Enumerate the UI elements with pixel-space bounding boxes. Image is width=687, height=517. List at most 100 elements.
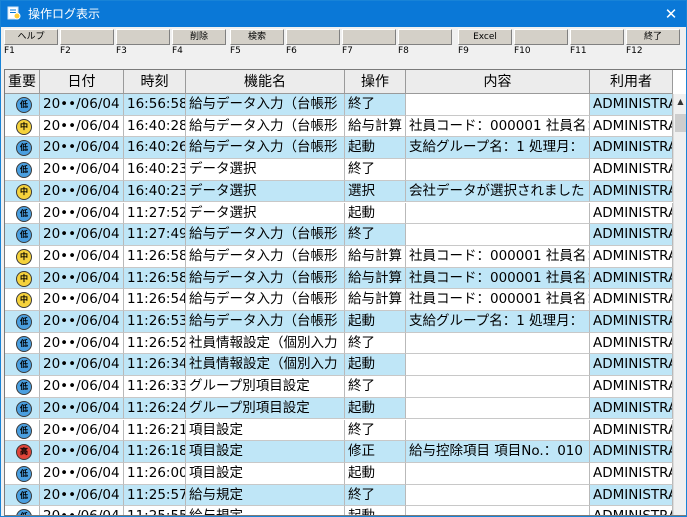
user-cell: ADMINISTRA bbox=[590, 224, 673, 246]
vertical-scrollbar[interactable]: ▲ bbox=[673, 94, 686, 515]
table-row[interactable]: 低 20••/06/04 11:26:33 グループ別項目設定 終了 ADMINISTRA bbox=[5, 376, 673, 398]
operation-cell: 終了 bbox=[345, 484, 406, 507]
close-icon[interactable]: ✕ bbox=[656, 1, 686, 27]
fkey-button-f12[interactable]: 終了 bbox=[626, 29, 680, 45]
severity-badge-icon: 低 bbox=[16, 314, 32, 330]
fkey-label-f9: F9 bbox=[458, 46, 469, 56]
user-cell: ADMINISTRA bbox=[590, 419, 673, 442]
fkey-f2[interactable]: F2 bbox=[60, 29, 114, 59]
table-row[interactable]: 中 20••/06/04 16:40:28 給与データ入力（台帳形 給与計算 社員コード：… bbox=[5, 115, 673, 138]
severity-cell: 中 bbox=[5, 180, 40, 203]
content-cell bbox=[406, 224, 590, 246]
date-cell: 20••/06/04 bbox=[40, 376, 124, 398]
fkey-f1[interactable]: ヘルプ F1 bbox=[4, 29, 58, 59]
table-row[interactable]: 低 20••/06/04 11:27:49 給与データ入力（台帳形 終了 ADMINIST… bbox=[5, 224, 673, 246]
date-cell: 20••/06/04 bbox=[40, 462, 124, 485]
user-cell: ADMINISTRA bbox=[590, 159, 673, 181]
table-row[interactable]: 低 20••/06/04 11:27:52 データ選択 起動 ADMINISTRA bbox=[5, 202, 673, 225]
user-cell: ADMINISTRA bbox=[590, 462, 673, 485]
table-row[interactable]: 低 20••/06/04 11:26:21 項目設定 終了 ADMINISTRA bbox=[5, 419, 673, 442]
table-row[interactable]: 低 20••/06/04 11:26:24 グループ別項目設定 起動 ADMINISTRA bbox=[5, 397, 673, 420]
fkey-f3[interactable]: F3 bbox=[116, 29, 170, 59]
scroll-thumb[interactable] bbox=[675, 114, 686, 132]
severity-cell: 中 bbox=[5, 267, 40, 290]
column-header-severity[interactable]: 重要度 bbox=[5, 70, 40, 114]
table-row[interactable]: 低 20••/06/04 11:26:53 給与データ入力（台帳形 起動 支給グループ名：… bbox=[5, 311, 673, 333]
fkey-f9[interactable]: Excel F9 bbox=[458, 29, 512, 59]
user-cell: ADMINISTRA bbox=[590, 332, 673, 355]
table-row[interactable]: 低 20••/06/04 16:56:58 給与データ入力（台帳形 終了 ADMINIST… bbox=[5, 94, 673, 116]
fkey-f4[interactable]: 削除 F4 bbox=[172, 29, 226, 59]
column-header-content[interactable]: 内容 bbox=[406, 70, 590, 94]
fkey-f8[interactable]: F8 bbox=[398, 29, 452, 59]
fkey-button-f2[interactable] bbox=[60, 29, 114, 45]
fkey-f11[interactable]: F11 bbox=[570, 29, 624, 59]
table-row[interactable]: 低 20••/06/04 11:26:00 項目設定 起動 ADMINISTRA bbox=[5, 462, 673, 485]
date-cell: 20••/06/04 bbox=[40, 180, 124, 203]
function-key-bar: ヘルプ F1 F2 F3 削除 F4 検索 F5 F6 F7 F8 Excel F9 F10 F11 終了 F1… bbox=[1, 27, 686, 63]
table-row[interactable]: 中 20••/06/04 11:26:54 給与データ入力（台帳形 給与計算 社員コード：… bbox=[5, 289, 673, 311]
fkey-f10[interactable]: F10 bbox=[514, 29, 568, 59]
fkey-f12[interactable]: 終了 F12 bbox=[626, 29, 680, 59]
fkey-button-f4[interactable]: 削除 bbox=[172, 29, 226, 45]
fkey-button-f9[interactable]: Excel bbox=[458, 29, 512, 45]
column-header-time[interactable]: 時刻 bbox=[124, 70, 186, 94]
time-cell: 11:25:57 bbox=[124, 484, 186, 507]
time-cell: 11:26:58 bbox=[124, 267, 186, 290]
function-cell: 項目設定 bbox=[186, 462, 345, 485]
fkey-button-f1[interactable]: ヘルプ bbox=[4, 29, 58, 45]
user-cell: ADMINISTRA bbox=[590, 180, 673, 203]
severity-cell: 低 bbox=[5, 202, 40, 225]
fkey-f5[interactable]: 検索 F5 bbox=[230, 29, 284, 59]
time-cell: 11:25:55 bbox=[124, 506, 186, 515]
severity-cell: 中 bbox=[5, 245, 40, 268]
operation-cell: 起動 bbox=[345, 202, 406, 225]
time-cell: 11:26:53 bbox=[124, 311, 186, 333]
operation-cell: 起動 bbox=[345, 311, 406, 333]
table-row[interactable]: 低 20••/06/04 11:25:57 給与規定 終了 ADMINISTRA bbox=[5, 484, 673, 507]
fkey-button-f8[interactable] bbox=[398, 29, 452, 45]
fkey-button-f6[interactable] bbox=[286, 29, 340, 45]
fkey-button-f3[interactable] bbox=[116, 29, 170, 45]
table-row[interactable]: 中 20••/06/04 11:26:58 給与データ入力（台帳形 給与計算 社員コード：… bbox=[5, 245, 673, 268]
content-cell bbox=[406, 94, 590, 116]
table-row[interactable]: 低 20••/06/04 11:26:34 社員情報設定（個別入力 起動 ADMINIST… bbox=[5, 354, 673, 377]
operation-cell: 起動 bbox=[345, 462, 406, 485]
fkey-label-f5: F5 bbox=[230, 46, 241, 56]
time-cell: 11:26:18 bbox=[124, 441, 186, 463]
fkey-button-f11[interactable] bbox=[570, 29, 624, 45]
table-row[interactable]: 中 20••/06/04 16:40:23 データ選択 選択 会社データが選択されました A… bbox=[5, 180, 673, 203]
column-header-function[interactable]: 機能名 bbox=[186, 70, 345, 94]
severity-badge-icon: 低 bbox=[16, 335, 32, 352]
severity-badge-icon: 中 bbox=[16, 292, 32, 309]
severity-cell: 低 bbox=[5, 462, 40, 485]
fkey-button-f5[interactable]: 検索 bbox=[230, 29, 284, 45]
table-row[interactable]: 低 20••/06/04 16:40:23 データ選択 終了 ADMINISTRA bbox=[5, 159, 673, 181]
table-row[interactable]: 低 20••/06/04 16:40:26 給与データ入力（台帳形 起動 支給グループ名：… bbox=[5, 137, 673, 160]
function-cell: 給与規定 bbox=[186, 506, 345, 515]
fkey-f7[interactable]: F7 bbox=[342, 29, 396, 59]
column-header-operation[interactable]: 操作 bbox=[345, 70, 406, 94]
table-row[interactable]: 低 20••/06/0411:25:55給与規定起動 ADMINISTRA bbox=[5, 506, 673, 515]
severity-badge-icon: 中 bbox=[16, 270, 32, 287]
time-cell: 11:26:21 bbox=[124, 419, 186, 442]
content-cell bbox=[406, 484, 590, 507]
severity-badge-icon: 低 bbox=[16, 422, 32, 439]
table-row[interactable]: 高 20••/06/04 11:26:18 項目設定 修正 給与控除項目 項目No.：01… bbox=[5, 441, 673, 463]
table-row[interactable]: 中 20••/06/04 11:26:58 給与データ入力（台帳形 給与計算 社員コード：… bbox=[5, 267, 673, 290]
function-cell: 給与データ入力（台帳形 bbox=[186, 267, 345, 290]
severity-badge-icon: 低 bbox=[16, 97, 32, 113]
table-row[interactable]: 低 20••/06/04 11:26:52 社員情報設定（個別入力 終了 ADMINIST… bbox=[5, 332, 673, 355]
column-header-user[interactable]: 利用者 bbox=[590, 70, 673, 94]
date-cell: 20••/06/04 bbox=[40, 484, 124, 507]
fkey-button-f10[interactable] bbox=[514, 29, 568, 45]
operation-log-window: 操作ログ表示 ✕ ヘルプ F1 F2 F3 削除 F4 検索 F5 F6 F7 F8 Excel F9 F… bbox=[0, 0, 687, 517]
date-cell: 20••/06/04 bbox=[40, 397, 124, 420]
fkey-button-f7[interactable] bbox=[342, 29, 396, 45]
fkey-label-f8: F8 bbox=[398, 46, 409, 56]
time-cell: 16:40:23 bbox=[124, 180, 186, 203]
table-body[interactable]: 低 20••/06/04 16:56:58 給与データ入力（台帳形 終了 ADMINIST… bbox=[5, 94, 673, 515]
fkey-f6[interactable]: F6 bbox=[286, 29, 340, 59]
column-header-date[interactable]: 日付 bbox=[40, 70, 124, 94]
scroll-up-icon[interactable]: ▲ bbox=[675, 96, 686, 108]
